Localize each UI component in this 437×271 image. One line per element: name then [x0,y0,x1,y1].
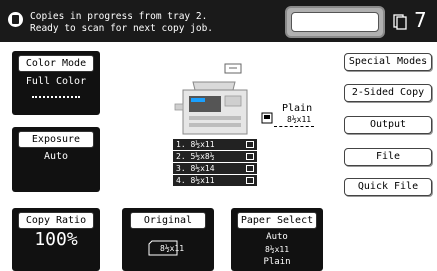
paper-select-size: 8½x11 [264,245,290,254]
job-status-icon[interactable] [8,12,23,27]
color-mode-panel: Color Mode Full Color [12,51,100,115]
tray-4-label: 4. 8½x11 [176,176,215,185]
copier-machine-icon[interactable] [173,60,257,140]
interrupt-frame: Interrupt [285,6,385,38]
bypass-tray-icon[interactable] [261,112,273,124]
status-message-line-1: Copies in progress from tray 2. [30,11,208,22]
exposure-value: Auto [43,151,69,162]
original-size: 8½x11 [160,244,185,253]
paper-select-button[interactable]: Paper Select [237,212,317,229]
interrupt-button[interactable]: Interrupt [291,12,379,32]
paper-select-panel: Paper Select Auto 8½x11 Plain [231,208,323,271]
status-bar: Copies in progress from tray 2. Ready to… [0,0,437,42]
color-mode-button[interactable]: Color Mode [18,55,94,72]
original-button[interactable]: Original [130,212,206,229]
quick-file-button[interactable]: Quick File [344,178,432,196]
bypass-divider [274,126,314,127]
tray-1-label: 1. 8½x11 [176,140,215,149]
color-mode-indicator [32,96,80,98]
exposure-button[interactable]: Exposure [18,131,94,148]
status-message-line-2: Ready to scan for next copy job. [30,23,214,34]
copies-icon [393,14,407,30]
tray-paper-icon [246,165,254,172]
tray-2[interactable]: 2. 5½x8½ [173,151,257,162]
special-modes-button[interactable]: Special Modes [344,53,432,71]
bypass-paper-type: Plain [282,103,313,114]
file-button[interactable]: File [344,148,432,166]
original-panel: Original 8½x11 [122,208,214,271]
copy-count: 7 [414,8,427,32]
paper-select-mode: Auto [266,232,288,242]
tray-3-label: 3. 8½x14 [176,164,215,173]
tray-paper-icon [246,141,254,148]
copy-ratio-value: 100% [34,229,78,250]
color-mode-value: Full Color [25,76,87,87]
exposure-panel: Exposure Auto [12,127,100,192]
paper-select-type: Plain [263,257,291,267]
tray-1[interactable]: 1. 8½x11 [172,138,258,151]
paper-tray-list: 1. 8½x11 2. 5½x8½ 3. 8½x14 4. 8½x11 [172,138,258,187]
output-button[interactable]: Output [344,116,432,134]
tray-4[interactable]: 4. 8½x11 [173,175,257,186]
two-sided-copy-button[interactable]: 2-Sided Copy [344,84,432,102]
copy-ratio-button[interactable]: Copy Ratio [18,212,94,229]
tray-2-label: 2. 5½x8½ [176,152,215,161]
bypass-paper-size: 8½x11 [287,115,312,124]
tray-3[interactable]: 3. 8½x14 [173,163,257,174]
tray-paper-icon [246,177,254,184]
copy-ratio-panel: Copy Ratio 100% [12,208,100,271]
tray-paper-icon [246,153,254,160]
